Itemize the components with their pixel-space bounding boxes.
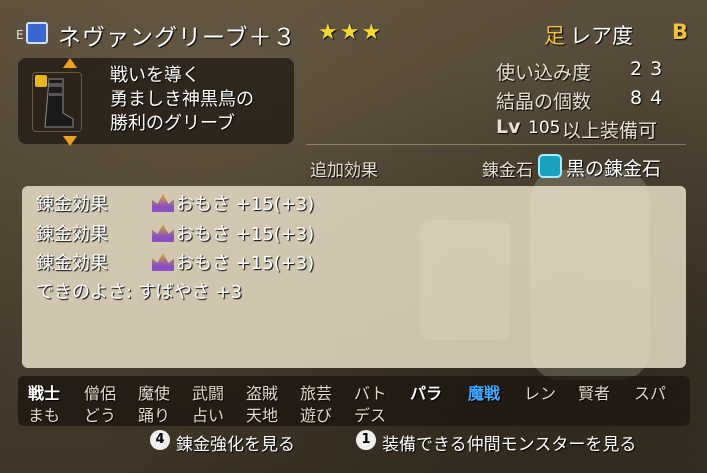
button-1-icon[interactable]: 1 xyxy=(356,430,376,450)
description-line: 戦いを導く xyxy=(110,65,200,86)
job-guardian: まも xyxy=(28,406,61,425)
stone-label: 錬金石 xyxy=(482,161,533,181)
divider xyxy=(306,144,686,145)
arrow-up-icon[interactable] xyxy=(63,58,77,68)
job-thief: 盗賊 xyxy=(246,384,279,403)
effect-name: 錬金効果 xyxy=(36,224,108,245)
rating-stars: ★★★ xyxy=(318,20,384,45)
job-ranger: レン xyxy=(524,384,557,403)
job-magic-warrior: 魔戦 xyxy=(468,384,501,403)
job-entertainer: 旅芸 xyxy=(300,384,333,403)
job-sage: 賢者 xyxy=(578,384,611,403)
effect-value: おもさ +15(+3) xyxy=(176,253,315,274)
description-line: 勇ましき神黒鳥の xyxy=(110,89,254,110)
item-name: ネヴァングリーブ＋３ xyxy=(58,25,297,51)
crown-icon xyxy=(152,253,174,271)
job-warrior: 戦士 xyxy=(28,384,61,403)
equippable-jobs: 戦士 僧侶 魔使 武闘 盗賊 旅芸 バト パラ 魔戦 レン 賢者 スパ まも ど… xyxy=(18,376,690,426)
button-4-icon[interactable]: 4 xyxy=(150,430,170,450)
alchemy-stone-icon xyxy=(538,154,562,178)
arrow-down-icon[interactable] xyxy=(63,136,77,146)
slot-icon: 足 xyxy=(544,24,565,48)
usage-value: 23 xyxy=(630,58,671,80)
rarity-value: B xyxy=(672,20,689,44)
job-item-master: どう xyxy=(84,406,117,425)
level-prefix: Lv xyxy=(496,116,521,138)
stone-name: 黒の錬金石 xyxy=(566,158,662,180)
crown-icon xyxy=(152,224,174,242)
job-tenchi: 天地 xyxy=(246,406,279,425)
job-dancer: 踊り xyxy=(138,406,171,425)
quality-bonus: できのよさ: すばやさ +3 xyxy=(36,282,243,303)
job-death-master: デス xyxy=(354,406,387,425)
boots-icon xyxy=(26,22,48,44)
footer-actions: 4 錬金強化を見る 1 装備できる仲間モンスターを見る xyxy=(0,428,707,460)
stats-panel: 使い込み度 23 結晶の個数 84 Lv 105 以上装備可 xyxy=(296,58,686,145)
crown-icon xyxy=(152,194,174,212)
effect-value: おもさ +15(+3) xyxy=(176,194,315,215)
item-description: 戦いを導く 勇ましき神黒鳥の 勝利のグリーブ xyxy=(110,64,254,136)
view-monsters-button[interactable]: 装備できる仲間モンスターを見る xyxy=(382,430,636,455)
effects-panel: 錬金効果 おもさ +15(+3) 錬金効果 おもさ +15(+3) 錬金効果 お… xyxy=(22,186,686,368)
rarity-label: レア度 xyxy=(570,24,633,48)
effect-name: 錬金効果 xyxy=(36,194,108,215)
crystal-label: 結晶の個数 xyxy=(496,91,592,113)
job-fortune-teller: 占い xyxy=(192,406,225,425)
job-battle-master: バト xyxy=(354,384,387,403)
item-title-bar: E ネヴァングリーブ＋３ ★★★ 足 レア度 B xyxy=(14,14,694,54)
item-detail-screen: E ネヴァングリーブ＋３ ★★★ 足 レア度 B 戦いを導く 勇ましき神黒鳥の … xyxy=(0,0,707,473)
equipped-mark: E xyxy=(16,28,24,42)
effects-header: 追加効果 xyxy=(310,161,378,181)
job-priest: 僧侶 xyxy=(84,384,117,403)
job-superstar: スパ xyxy=(634,384,667,403)
description-line: 勝利のグリーブ xyxy=(110,113,235,134)
job-gadabout: 遊び xyxy=(300,406,333,425)
item-icon-frame[interactable] xyxy=(32,72,82,132)
effect-name: 錬金効果 xyxy=(36,253,108,274)
job-mage: 魔使 xyxy=(138,384,171,403)
effect-value: おもさ +15(+3) xyxy=(176,224,315,245)
usage-label: 使い込み度 xyxy=(496,62,592,84)
job-martial-artist: 武闘 xyxy=(192,384,225,403)
level-value: 105 xyxy=(528,118,561,138)
view-alchemy-button[interactable]: 錬金強化を見る xyxy=(176,430,295,455)
level-suffix: 以上装備可 xyxy=(562,120,658,142)
job-paladin: パラ xyxy=(410,384,443,403)
lock-icon xyxy=(35,75,47,87)
crystal-value: 84 xyxy=(630,87,671,109)
description-panel: 戦いを導く 勇ましき神黒鳥の 勝利のグリーブ xyxy=(18,58,294,146)
